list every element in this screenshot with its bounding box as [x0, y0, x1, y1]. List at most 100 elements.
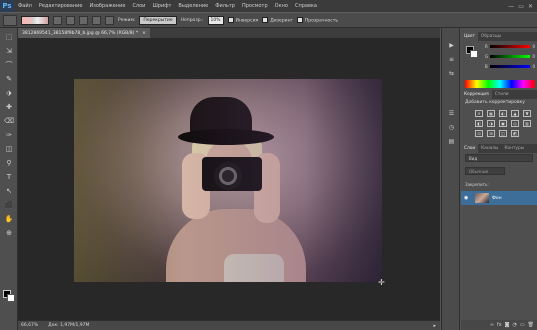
inverse-option[interactable]: Инверсия [227, 16, 258, 23]
canvas-area[interactable]: ✛ [18, 38, 440, 320]
curves-icon[interactable]: ◐ [499, 110, 507, 117]
menu-file[interactable]: Файл [18, 3, 32, 9]
menu-type[interactable]: Шрифт [152, 3, 171, 9]
hue-saturation-icon[interactable]: ◧ [475, 120, 483, 127]
background-color-swatch[interactable] [7, 294, 15, 302]
pen-tool-icon[interactable]: ⊕ [3, 228, 15, 238]
menu-help[interactable]: Справка [295, 3, 317, 9]
diamond-gradient-button[interactable] [105, 15, 114, 25]
red-slider[interactable]: R 0 [485, 44, 535, 49]
new-layer-icon[interactable]: ▭ [520, 322, 525, 328]
tab-styles[interactable]: Стили [492, 90, 512, 99]
opacity-input[interactable]: 10% [207, 15, 224, 25]
trash-icon[interactable]: 🗑 [528, 322, 534, 328]
history-icon[interactable]: ≡ [445, 54, 458, 65]
paragraph-icon[interactable]: ☰ [445, 108, 458, 119]
tab-channels[interactable]: Каналы [478, 144, 501, 153]
menu-layers[interactable]: Слои [132, 3, 145, 9]
radial-gradient-button[interactable] [66, 15, 75, 25]
tab-correction[interactable]: Коррекция [461, 90, 492, 99]
posterize-icon[interactable]: ⊞ [487, 130, 495, 137]
crop-tool-icon[interactable]: ⬗ [3, 88, 15, 98]
properties-icon[interactable]: ▤ [445, 136, 458, 147]
transparency-option[interactable]: Прозрачность [296, 16, 338, 23]
vibrance-icon[interactable]: ▼ [523, 110, 531, 117]
eyedropper-tool-icon[interactable]: ✚ [3, 102, 15, 112]
document-tab[interactable]: 3812869541_38158f9b78_b.jpg @ 66,7% (RGB… [18, 28, 150, 38]
tab-swatches[interactable]: Образцы [478, 32, 504, 41]
blue-slider[interactable]: B 0 [485, 64, 535, 69]
marquee-tool-icon[interactable]: ⇲ [3, 46, 15, 56]
channel-mixer-icon[interactable]: ▥ [523, 120, 531, 127]
menu-window[interactable]: Окно [275, 3, 288, 9]
gradient-map-icon[interactable]: ◩ [511, 130, 519, 137]
red-value[interactable]: 0 [532, 44, 535, 49]
minimize-button[interactable]: — [508, 3, 514, 10]
clock-icon[interactable]: ◷ [445, 122, 458, 133]
transparency-checkbox[interactable] [296, 16, 303, 23]
blue-slider-bar[interactable] [489, 65, 531, 68]
gradient-swatch[interactable] [21, 15, 49, 25]
green-slider-bar[interactable] [490, 55, 531, 58]
tab-contours[interactable]: Контуры [501, 144, 527, 153]
menu-view[interactable]: Просмотр [242, 3, 268, 9]
invert-icon[interactable]: ⊟ [475, 130, 483, 137]
linear-gradient-button[interactable] [53, 15, 62, 25]
green-value[interactable]: 0 [532, 54, 535, 59]
angle-gradient-button[interactable] [79, 15, 88, 25]
blue-value[interactable]: 0 [532, 64, 535, 69]
menu-filter[interactable]: Фильтр [215, 3, 235, 9]
stamp-tool-icon[interactable]: ◫ [3, 144, 15, 154]
layer-row-background[interactable]: ◉ Фон [461, 191, 537, 205]
options-bar: Режим: Перекрытие Непрозр.: 10% Инверсия… [0, 12, 537, 28]
color-spectrum[interactable] [465, 80, 535, 88]
close-tab-icon[interactable]: × [142, 31, 146, 36]
green-slider[interactable]: G 0 [485, 54, 535, 59]
photo-filter-icon[interactable]: ◎ [511, 120, 519, 127]
exposure-icon[interactable]: ▲ [511, 110, 519, 117]
swap-icon[interactable]: ⇆ [445, 68, 458, 79]
adjustment-layer-icon[interactable]: ◔ [513, 322, 517, 328]
dither-option[interactable]: Дизеринг [262, 16, 293, 23]
layer-kind-filter[interactable]: Вид [465, 154, 533, 162]
green-label: G [485, 54, 489, 59]
threshold-icon[interactable]: ◫ [499, 130, 507, 137]
tab-color[interactable]: Цвет [461, 32, 479, 41]
menu-select[interactable]: Выделение [178, 3, 208, 9]
blur-tool-icon[interactable]: ⬛ [3, 200, 15, 210]
link-layers-icon[interactable]: ∞ [490, 322, 494, 328]
inverse-checkbox[interactable] [227, 16, 234, 23]
brush-tool-icon[interactable]: ✑ [3, 130, 15, 140]
tool-preset-picker[interactable] [3, 14, 17, 26]
quick-select-tool-icon[interactable]: ✎ [3, 74, 15, 84]
close-window-button[interactable]: ✕ [528, 3, 533, 10]
brightness-icon[interactable]: ☀ [475, 110, 483, 117]
red-slider-bar[interactable] [489, 45, 531, 48]
play-actions-icon[interactable]: ▶ [445, 40, 458, 51]
layer-style-icon[interactable]: fx [497, 322, 502, 328]
mask-icon[interactable]: ◙ [505, 322, 510, 328]
eraser-tool-icon[interactable]: T [3, 172, 15, 182]
panel-background-swatch[interactable] [470, 50, 478, 58]
lasso-tool-icon[interactable]: ⌒ [3, 60, 15, 70]
healing-tool-icon[interactable]: ⌫ [3, 116, 15, 126]
dodge-tool-icon[interactable]: ✋ [3, 214, 15, 224]
mode-select[interactable]: Перекрытие [139, 15, 177, 25]
tab-layers[interactable]: Слои [461, 144, 479, 153]
levels-icon[interactable]: ▦ [487, 110, 495, 117]
black-white-icon[interactable]: ▣ [499, 120, 507, 127]
menu-image[interactable]: Изображение [89, 3, 125, 9]
color-balance-icon[interactable]: ◑ [487, 120, 495, 127]
blend-mode-select[interactable]: Обычные [465, 167, 505, 175]
status-menu-arrow-icon[interactable]: ▸ [433, 323, 436, 329]
photo-canvas[interactable] [74, 79, 382, 282]
eye-icon[interactable]: ◉ [464, 195, 472, 201]
dither-checkbox[interactable] [262, 16, 269, 23]
move-tool-icon[interactable]: ⬚ [3, 32, 15, 42]
zoom-level[interactable]: 66,67% [21, 323, 38, 328]
menu-edit[interactable]: Редактирование [39, 3, 83, 9]
gradient-tool-icon[interactable]: ↖ [3, 186, 15, 196]
maximize-button[interactable]: ▭ [518, 3, 524, 10]
history-brush-tool-icon[interactable]: ⚲ [3, 158, 15, 168]
reflected-gradient-button[interactable] [92, 15, 101, 25]
